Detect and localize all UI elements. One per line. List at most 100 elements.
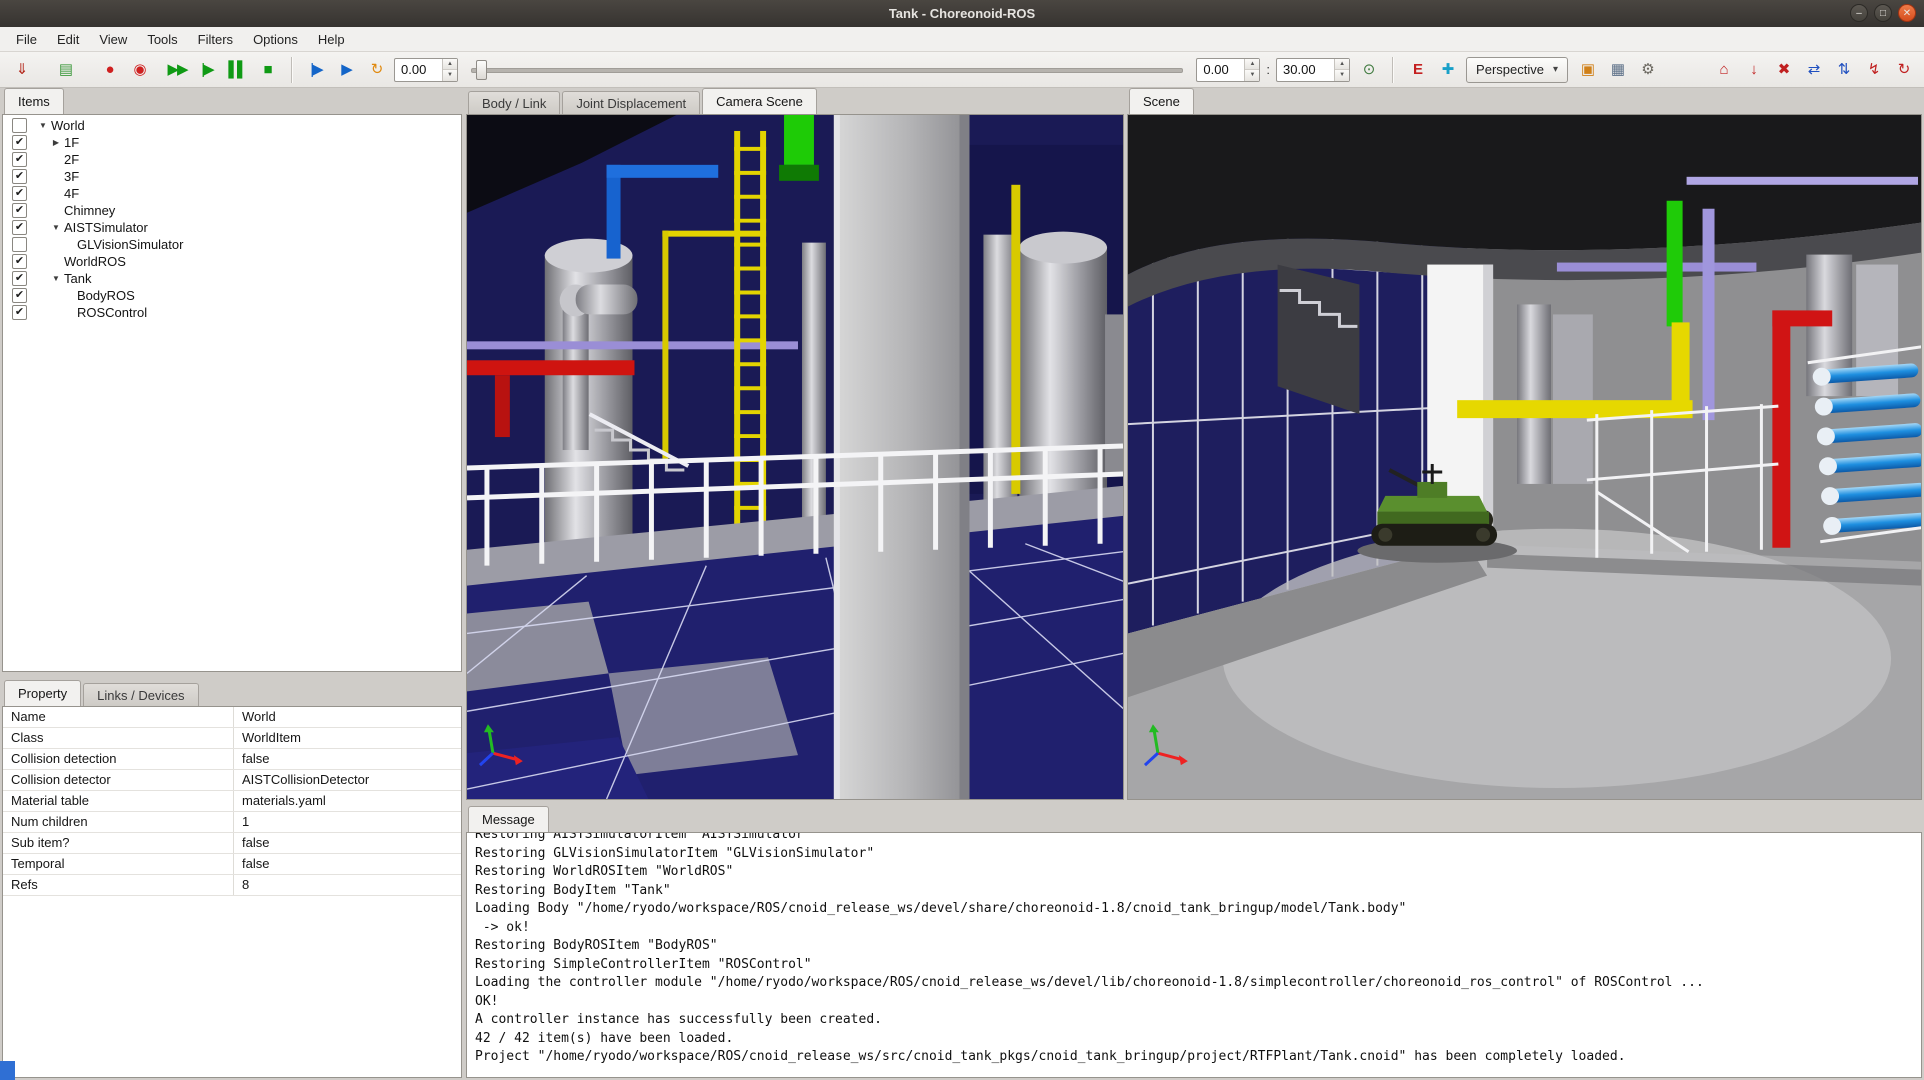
property-row[interactable]: NameWorld	[3, 707, 461, 728]
scene-edit-mode-icon[interactable]: E	[1402, 56, 1432, 84]
tree-item-1f[interactable]: ✔▶1F	[3, 134, 461, 151]
property-value[interactable]: false	[234, 833, 461, 853]
tree-item-world[interactable]: ▼World	[3, 117, 461, 134]
spin-up-icon[interactable]: ▲	[443, 59, 457, 71]
expander-icon[interactable]: ▼	[36, 121, 50, 130]
body-origin-icon[interactable]: ⌂	[1708, 56, 1738, 84]
item-checkbox[interactable]: ✔	[12, 220, 27, 235]
projection-combo[interactable]: Perspective▾	[1466, 57, 1568, 83]
item-checkbox[interactable]	[12, 237, 27, 252]
item-checkbox[interactable]: ✔	[12, 186, 27, 201]
body-zoom-icon[interactable]: ↻	[1888, 56, 1918, 84]
property-value[interactable]: materials.yaml	[234, 791, 461, 811]
tree-item-chimney[interactable]: ✔Chimney	[3, 202, 461, 219]
spin-value[interactable]: 0.00	[1197, 59, 1244, 81]
item-checkbox[interactable]: ✔	[12, 288, 27, 303]
camera-scene-viewport[interactable]	[467, 115, 1123, 799]
tree-item-worldros[interactable]: ✔WorldROS	[3, 253, 461, 270]
item-checkbox[interactable]: ✔	[12, 305, 27, 320]
menu-edit[interactable]: Edit	[47, 27, 89, 51]
tab-body-link[interactable]: Body / Link	[468, 91, 560, 114]
close-button[interactable]: ✕	[1898, 4, 1916, 22]
menu-file[interactable]: File	[6, 27, 47, 51]
item-checkbox[interactable]: ✔	[12, 135, 27, 150]
tab-message[interactable]: Message	[468, 806, 549, 832]
message-console[interactable]: Restoring AISTSimulatorItem "AISTSimulat…	[467, 833, 1921, 1077]
tree-item-bodyros[interactable]: ✔BodyROS	[3, 287, 461, 304]
minimize-button[interactable]: –	[1850, 4, 1868, 22]
item-checkbox[interactable]	[12, 118, 27, 133]
symmetric-copy-icon[interactable]: ⇄	[1798, 56, 1828, 84]
property-row[interactable]: Collision detectorAISTCollisionDetector	[3, 770, 461, 791]
tree-item-aistsimulator[interactable]: ✔▼AISTSimulator	[3, 219, 461, 236]
start-simulation-icon[interactable]: ▶▶	[162, 56, 192, 84]
spin-up-icon[interactable]: ▲	[1335, 59, 1349, 71]
tab-items[interactable]: Items	[4, 88, 64, 114]
item-checkbox[interactable]: ✔	[12, 152, 27, 167]
record-scene-icon[interactable]: ◉	[124, 56, 154, 84]
tab-joint-displacement[interactable]: Joint Displacement	[562, 91, 700, 114]
collision-grid-icon[interactable]: ▦	[1602, 56, 1632, 84]
tab-scene[interactable]: Scene	[1129, 88, 1194, 114]
item-checkbox[interactable]: ✔	[12, 203, 27, 218]
item-checkbox[interactable]: ✔	[12, 254, 27, 269]
property-row[interactable]: Collision detectionfalse	[3, 749, 461, 770]
collision-toggle-icon[interactable]: ↯	[1858, 56, 1888, 84]
property-value[interactable]: WorldItem	[234, 728, 461, 748]
refresh-playback-icon[interactable]: ↻	[361, 56, 391, 84]
spin-value[interactable]: 30.00	[1277, 59, 1334, 81]
property-value[interactable]: 1	[234, 812, 461, 832]
expander-icon[interactable]: ▶	[49, 138, 63, 147]
frame-rate-spinbox[interactable]: 30.00▲▼	[1276, 58, 1350, 82]
playback-start-icon[interactable]: ▶	[331, 56, 361, 84]
save-project-icon[interactable]: ⇓	[6, 56, 36, 84]
menu-help[interactable]: Help	[308, 27, 355, 51]
property-table[interactable]: NameWorldClassWorldItemCollision detecti…	[3, 707, 461, 1077]
tab-links-devices[interactable]: Links / Devices	[83, 683, 198, 706]
property-value[interactable]: World	[234, 707, 461, 727]
property-row[interactable]: Num children1	[3, 812, 461, 833]
spin-down-icon[interactable]: ▼	[1245, 70, 1259, 81]
record-collision-icon[interactable]: ●	[94, 56, 124, 84]
property-row[interactable]: ClassWorldItem	[3, 728, 461, 749]
tree-item-glvisionsimulator[interactable]: GLVisionSimulator	[3, 236, 461, 253]
property-row[interactable]: Sub item?false	[3, 833, 461, 854]
item-checkbox[interactable]: ✔	[12, 271, 27, 286]
expander-icon[interactable]: ▼	[49, 274, 63, 283]
view-fit-icon[interactable]: ✚	[1432, 56, 1462, 84]
tab-property[interactable]: Property	[4, 680, 81, 706]
item-tree[interactable]: ▼World✔▶1F✔2F✔3F✔4F✔Chimney✔▼AISTSimulat…	[3, 115, 461, 671]
menu-view[interactable]: View	[89, 27, 137, 51]
property-value[interactable]: false	[234, 749, 461, 769]
slider-handle[interactable]	[476, 60, 487, 80]
menu-tools[interactable]: Tools	[137, 27, 187, 51]
tree-item-2f[interactable]: ✔2F	[3, 151, 461, 168]
pause-simulation-icon[interactable]: ▌▌	[222, 56, 252, 84]
scene-settings-wrench-icon[interactable]: ⚙	[1632, 56, 1662, 84]
tab-camera-scene[interactable]: Camera Scene	[702, 88, 817, 114]
property-value[interactable]: false	[234, 854, 461, 874]
body-initial-pose-icon[interactable]: ↓	[1738, 56, 1768, 84]
zoom-timebar-icon[interactable]: ⊙	[1353, 56, 1383, 84]
property-value[interactable]: AISTCollisionDetector	[234, 770, 461, 790]
spin-down-icon[interactable]: ▼	[443, 70, 457, 81]
menu-options[interactable]: Options	[243, 27, 308, 51]
spin-up-icon[interactable]: ▲	[1245, 59, 1259, 71]
body-standard-pose-icon[interactable]: ✖	[1768, 56, 1798, 84]
tree-item-roscontrol[interactable]: ✔ROSControl	[3, 304, 461, 321]
property-row[interactable]: Refs8	[3, 875, 461, 896]
tree-item-tank[interactable]: ✔▼Tank	[3, 270, 461, 287]
tree-item-3f[interactable]: ✔3F	[3, 168, 461, 185]
maximize-button[interactable]: □	[1874, 4, 1892, 22]
time-spinbox[interactable]: 0.00▲▼	[394, 58, 458, 82]
item-checkbox[interactable]: ✔	[12, 169, 27, 184]
spin-value[interactable]: 0.00	[395, 59, 442, 81]
scene-viewport[interactable]	[1128, 115, 1921, 799]
scene-capture-icon[interactable]: ▣	[1572, 56, 1602, 84]
tree-item-4f[interactable]: ✔4F	[3, 185, 461, 202]
camera-attitude-icon[interactable]: ⇅	[1828, 56, 1858, 84]
stop-simulation-icon[interactable]: ■	[252, 56, 282, 84]
time-slider[interactable]	[471, 57, 1183, 83]
playback-sync-icon[interactable]: |▶	[301, 56, 331, 84]
property-row[interactable]: Temporalfalse	[3, 854, 461, 875]
